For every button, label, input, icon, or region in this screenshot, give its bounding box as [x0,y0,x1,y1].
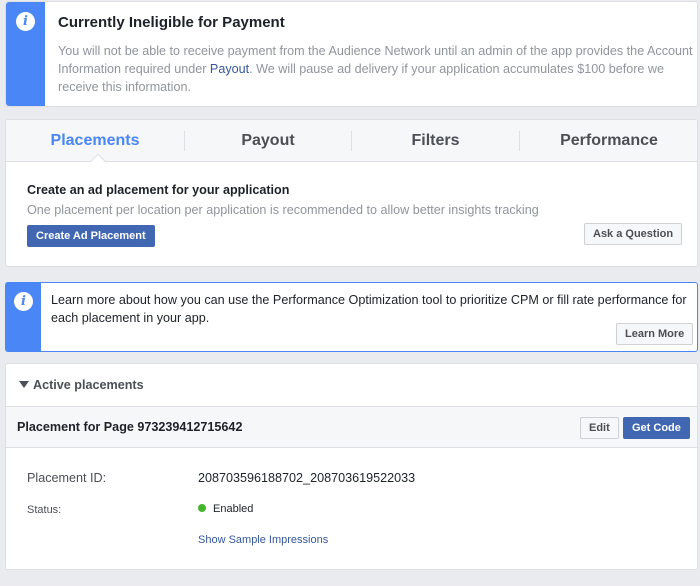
tab-performance[interactable]: Performance [520,120,698,162]
status-dot-icon [198,504,206,512]
ask-question-button[interactable]: Ask a Question [584,223,683,245]
ineligible-notice: i Currently Ineligible for Payment You w… [5,1,698,107]
active-placements-card: Active placements Placement for Page 973… [5,363,698,570]
placement-header: Placement for Page 973239412715642 Edit … [6,406,697,448]
active-placements-toggle[interactable]: Active placements [19,378,144,392]
notice-body: You will not be able to receive payment … [58,42,698,96]
status-value: Enabled [198,503,253,515]
placement-id-label: Placement ID: [27,471,107,485]
placements-card: Placements Payout Filters Performance Cr… [5,119,698,267]
create-placement-subtitle: One placement per location per applicati… [27,203,539,217]
tab-payout[interactable]: Payout [185,120,351,162]
placement-id-value: 208703596188702_208703619522033 [198,471,416,485]
notice-accent-bar: i [6,2,45,106]
info-icon: i [14,292,33,311]
show-sample-impressions-link[interactable]: Show Sample Impressions [198,534,328,546]
create-ad-placement-button[interactable]: Create Ad Placement [27,225,155,247]
triangle-down-icon [19,381,29,388]
tip-text: Learn more about how you can use the Per… [51,293,687,325]
status-text: Enabled [213,503,254,515]
info-icon: i [16,12,35,31]
tip-accent-bar: i [6,283,41,351]
get-code-button[interactable]: Get Code [623,417,690,439]
placement-name: Placement for Page 973239412715642 [17,420,243,434]
active-placements-label: Active placements [33,378,144,392]
notice-title: Currently Ineligible for Payment [58,14,285,31]
status-label: Status: [27,504,62,516]
learn-more-button[interactable]: Learn More [616,323,694,345]
tab-filters[interactable]: Filters [352,120,519,162]
edit-button[interactable]: Edit [580,417,619,439]
payout-link[interactable]: Payout [210,62,249,76]
create-placement-title: Create an ad placement for your applicat… [27,183,290,197]
tab-bar: Placements Payout Filters Performance [6,120,697,162]
performance-tip: i Learn more about how you can use the P… [5,282,698,352]
